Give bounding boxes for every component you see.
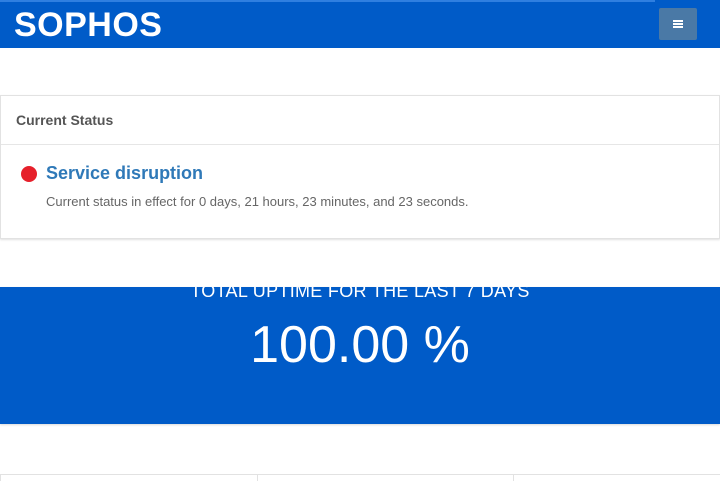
bottom-panel xyxy=(257,475,513,481)
panel-heading-title: Current Status xyxy=(16,112,114,128)
menu-toggle-button[interactable] xyxy=(659,8,697,40)
bottom-panel xyxy=(0,475,257,481)
status-title: Service disruption xyxy=(46,163,204,183)
uptime-label: TOTAL UPTIME FOR THE LAST 7 DAYS xyxy=(190,287,530,301)
uptime-value: 100.00 % xyxy=(250,316,470,374)
hamburger-icon xyxy=(673,20,683,28)
loading-bar xyxy=(0,0,655,2)
uptime-section: TOTAL UPTIME FOR THE LAST 7 DAYS 100.00 … xyxy=(0,287,720,424)
sophos-logo[interactable]: SOPHOS xyxy=(14,6,162,44)
panel-heading: Current Status xyxy=(1,96,719,145)
top-navbar: SOPHOS xyxy=(0,0,720,48)
current-status-panel: Current Status Service disruption Curren… xyxy=(0,95,720,239)
status-description: Current status in effect for 0 days, 21 … xyxy=(46,194,469,209)
bottom-panels-row xyxy=(0,474,720,481)
bottom-panel xyxy=(513,475,720,481)
status-indicator-icon xyxy=(21,166,37,182)
